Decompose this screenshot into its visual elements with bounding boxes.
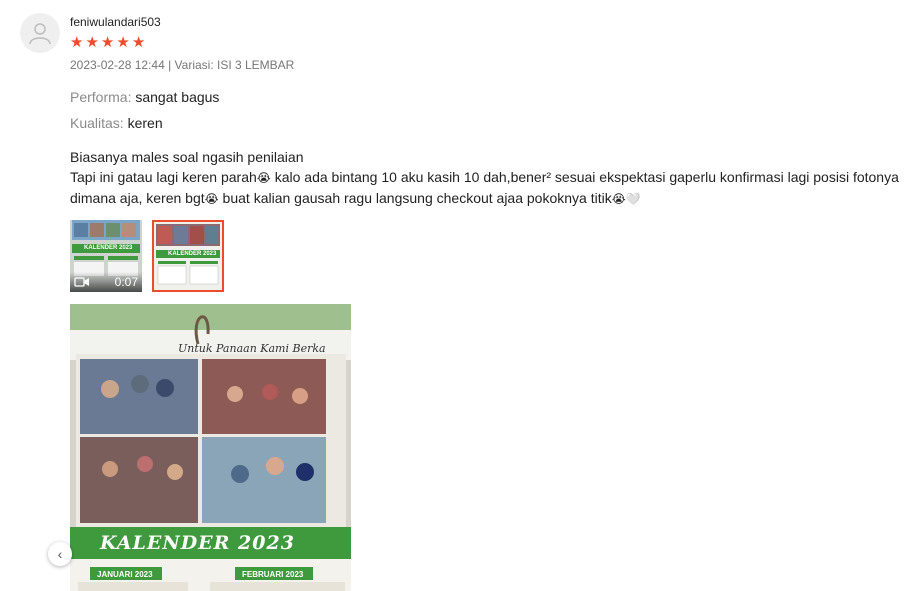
calendar-title-thumb: KALENDER 2023: [84, 245, 133, 251]
previous-image-button[interactable]: ‹: [48, 542, 72, 566]
attribute-kualitas: Kualitas: keren: [70, 115, 163, 131]
attribute-performa: Performa: sangat bagus: [70, 89, 219, 105]
attribute-value: sangat bagus: [135, 89, 220, 105]
review-main-photo[interactable]: Untuk Panaan Kami Berka KALENDER 2023 JA…: [70, 304, 351, 591]
crying-emoji-icon: 😭: [204, 192, 219, 206]
video-duration: 0:07: [114, 275, 138, 289]
calendar-title-thumb: KALENDER 2023: [168, 251, 217, 257]
attribute-label: Performa:: [70, 89, 132, 105]
white-heart-icon: 🤍: [625, 192, 641, 206]
star-icon: ★: [85, 34, 99, 51]
video-camera-icon: [74, 277, 89, 287]
review-comment: Biasanya males soal ngasih penilaian Tap…: [70, 147, 900, 209]
month-label-january: JANUARI 2023: [97, 570, 153, 579]
comment-line: dimana aja, keren bgt😭 buat kalian gausa…: [70, 190, 641, 206]
month-label-february: FEBRUARI 2023: [242, 570, 304, 579]
star-icon: ★: [70, 34, 84, 51]
rating-stars: ★ ★ ★ ★ ★: [70, 35, 145, 51]
user-avatar[interactable]: [20, 13, 60, 53]
person-icon: [29, 23, 51, 45]
calendar-title: KALENDER 2023: [100, 532, 295, 554]
star-icon: ★: [131, 34, 146, 51]
comment-line: Tapi ini gatau lagi keren parah😭 kalo ad…: [70, 169, 899, 185]
star-icon: ★: [100, 34, 115, 51]
review-meta: 2023-02-28 12:44 | Variasi: ISI 3 LEMBAR: [70, 58, 295, 72]
attribute-label: Kualitas:: [70, 115, 124, 131]
calendar-banner-text: Untuk Panaan Kami Berka: [178, 342, 326, 355]
reviewer-username[interactable]: feniwulandari503: [70, 15, 161, 29]
video-overlay: 0:07: [70, 272, 142, 292]
review-image-thumbnail-selected[interactable]: KALENDER 2023: [152, 220, 224, 292]
comment-line: Biasanya males soal ngasih penilaian: [70, 149, 304, 165]
chevron-left-icon: ‹: [57, 546, 63, 562]
crying-emoji-icon: 😭: [256, 171, 271, 185]
review-video-thumbnail[interactable]: KALENDER 2023 0:07: [70, 220, 142, 292]
star-icon: ★: [116, 34, 130, 51]
crying-emoji-icon: 😭: [611, 192, 626, 206]
attribute-value: keren: [127, 115, 163, 131]
